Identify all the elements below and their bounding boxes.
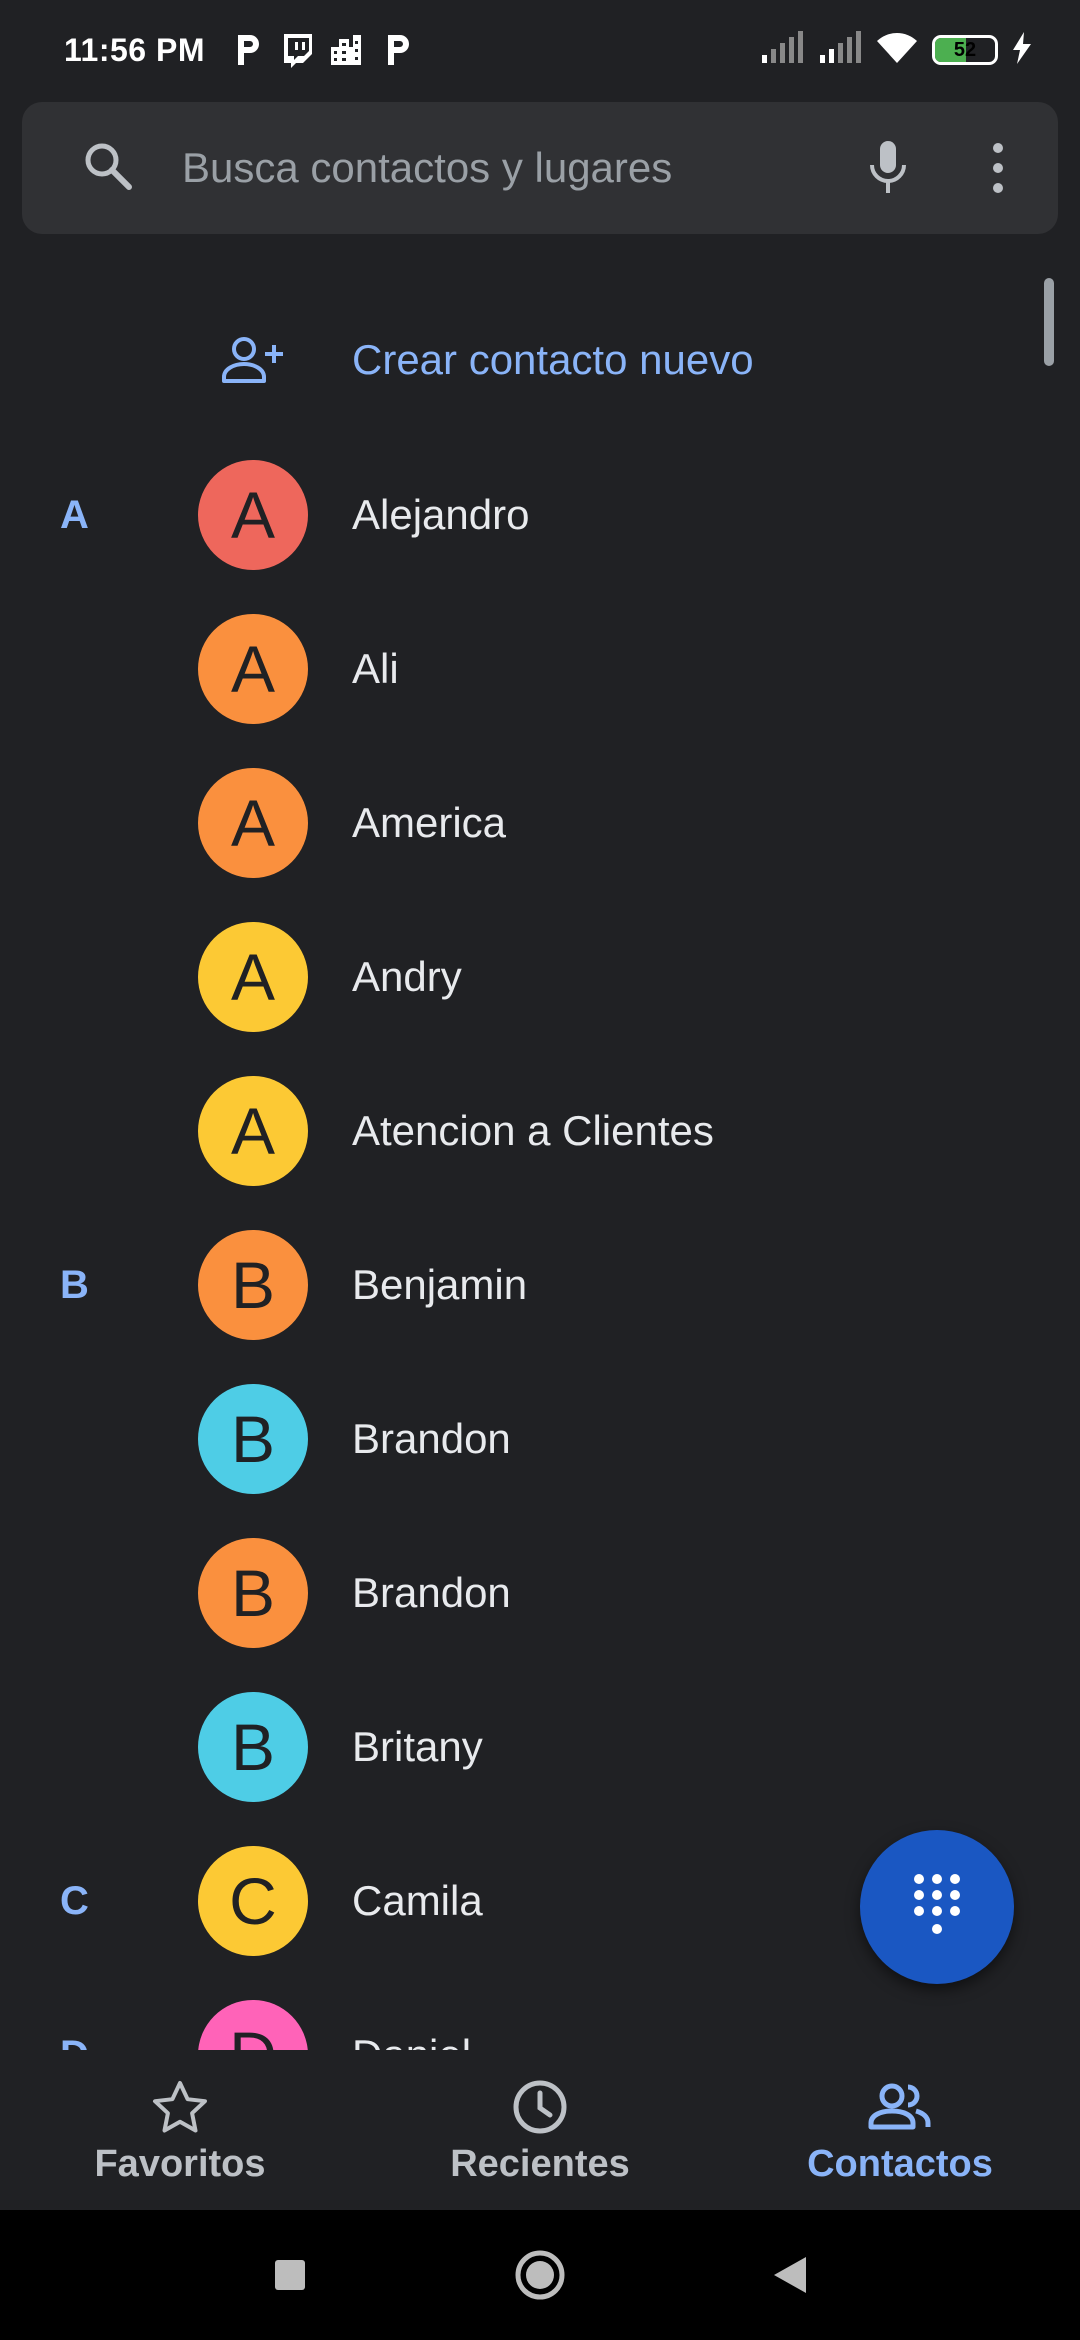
status-bar: 11:56 PM 52 (0, 0, 1080, 100)
bottom-navigation: Favoritos Recientes Contactos (0, 2050, 1080, 2210)
search-icon[interactable] (82, 140, 134, 197)
dialpad-icon (912, 1872, 962, 1943)
contact-row[interactable]: B Britany (0, 1670, 1000, 1824)
contact-row[interactable]: A Atencion a Clientes (0, 1054, 1000, 1208)
contact-row[interactable]: B Brandon (0, 1516, 1000, 1670)
avatar[interactable]: D (198, 2000, 308, 2050)
contact-name: Brandon (352, 1569, 511, 1616)
recents-square-icon[interactable] (260, 2245, 320, 2305)
contact-row[interactable]: A Ali (0, 592, 1000, 746)
signal-icon (760, 30, 804, 70)
avatar[interactable]: B (198, 1230, 308, 1340)
contact-row[interactable]: D D Daniel (0, 1978, 1000, 2050)
avatar[interactable]: A (198, 614, 308, 724)
search-input[interactable]: Busca contactos y lugares (182, 144, 858, 192)
contact-row[interactable]: A America (0, 746, 1000, 900)
contact-name: Alejandro (352, 491, 530, 538)
avatar[interactable]: B (198, 1384, 308, 1494)
clock-icon (508, 2075, 572, 2139)
system-navigation-bar (0, 2210, 1080, 2340)
status-left: 11:56 PM (64, 32, 415, 69)
contact-name: Atencion a Clientes (352, 1107, 714, 1154)
tab-favoritos[interactable]: Favoritos (0, 2050, 360, 2210)
section-letter: D (60, 1978, 89, 2051)
avatar[interactable]: A (198, 768, 308, 878)
contact-name: Benjamin (352, 1261, 528, 1308)
more-vert-icon[interactable] (978, 138, 1018, 198)
twitch-icon (279, 32, 315, 68)
tab-contactos[interactable]: Contactos (720, 2050, 1080, 2210)
star-icon (148, 2075, 212, 2139)
phone-screen: 11:56 PM 52 Busca contactos y lugares Cr… (0, 0, 1080, 2340)
avatar[interactable]: A (198, 922, 308, 1032)
p-app-icon (379, 32, 415, 68)
avatar[interactable]: C (198, 1846, 308, 1956)
tab-label: Favoritos (94, 2142, 266, 2185)
battery-level: 52 (953, 38, 977, 61)
contact-name: Brandon (352, 1415, 511, 1462)
avatar[interactable]: A (198, 460, 308, 570)
section-letter: B (60, 1262, 89, 1307)
contact-row[interactable]: B Brandon (0, 1362, 1000, 1516)
home-circle-icon[interactable] (510, 2245, 570, 2305)
wifi-icon (876, 31, 918, 70)
contact-name: Daniel (352, 1978, 471, 2050)
contact-name: Camila (352, 1877, 483, 1924)
search-bar[interactable]: Busca contactos y lugares (22, 102, 1058, 234)
status-time: 11:56 PM (64, 31, 205, 68)
status-right: 52 (760, 30, 1032, 70)
section-letter: C (60, 1878, 89, 1923)
signal-icon (818, 30, 862, 70)
contact-name: America (352, 799, 507, 846)
charging-bolt-icon (1012, 31, 1032, 69)
create-contact-label: Crear contacto nuevo (352, 336, 754, 383)
scrollbar[interactable] (1044, 278, 1054, 366)
add-person-icon (218, 325, 288, 395)
contacts-icon (868, 2075, 932, 2139)
back-triangle-icon[interactable] (760, 2245, 820, 2305)
contact-row[interactable]: C C Camila (0, 1824, 1000, 1978)
avatar[interactable]: A (198, 1076, 308, 1186)
avatar[interactable]: B (198, 1538, 308, 1648)
p-app-icon (229, 32, 265, 68)
tab-label: Recientes (450, 2142, 630, 2185)
contact-row[interactable]: A A Alejandro (0, 438, 1000, 592)
contact-name: Andry (352, 953, 462, 1000)
section-letter: A (60, 492, 89, 537)
contact-name: Britany (352, 1723, 483, 1770)
battery-indicator: 52 (932, 35, 998, 65)
tab-recientes[interactable]: Recientes (360, 2050, 720, 2210)
buildings-app-icon (329, 32, 365, 68)
contact-row[interactable]: A Andry (0, 900, 1000, 1054)
dialpad-fab[interactable] (860, 1830, 1014, 1984)
create-contact-button[interactable]: Crear contacto nuevo (0, 300, 1000, 420)
contacts-list[interactable]: Crear contacto nuevo A A Alejandro A Ali A Ame… (0, 260, 1080, 2050)
contact-name: Ali (352, 645, 399, 692)
tab-label: Contactos (807, 2142, 993, 2185)
avatar[interactable]: B (198, 1692, 308, 1802)
mic-icon[interactable] (858, 138, 918, 198)
contact-row[interactable]: B B Benjamin (0, 1208, 1000, 1362)
